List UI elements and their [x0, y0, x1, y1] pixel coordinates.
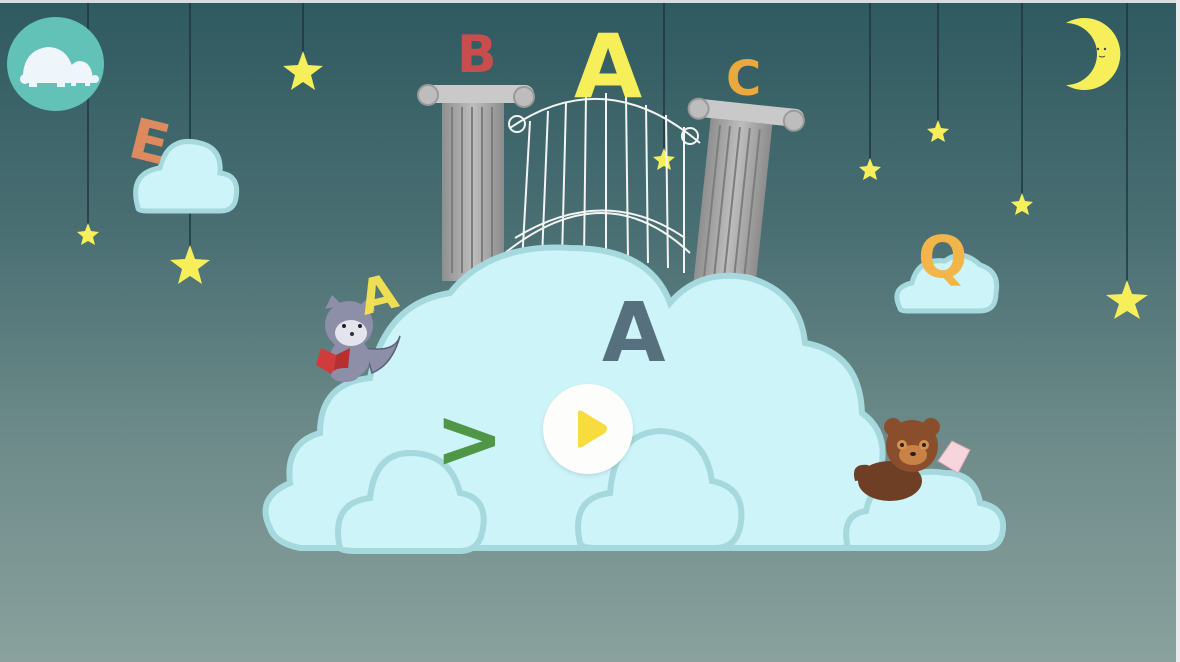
letter-arrow: >: [435, 392, 504, 487]
letter-q: Q: [918, 223, 968, 291]
letter-a-top: A: [574, 15, 643, 118]
right-border: [1176, 0, 1180, 662]
star-icon: [927, 120, 949, 142]
star-icon: [653, 148, 675, 170]
play-button[interactable]: [543, 384, 633, 474]
star-icon: [859, 158, 881, 180]
letter-c: C: [726, 51, 762, 107]
star-icon: [170, 245, 210, 284]
moon-icon: [1066, 18, 1121, 90]
star-icon: [77, 223, 99, 245]
letter-a-cloud: A: [602, 286, 666, 381]
star-icon: [283, 51, 323, 90]
star-icon: [1011, 193, 1033, 215]
star-icon: [1106, 280, 1148, 319]
logo-button[interactable]: [7, 17, 104, 111]
turtle-logo-icon: [20, 47, 99, 87]
game-scene: B A C E Q A > A: [0, 0, 1176, 662]
play-icon: [578, 410, 607, 448]
letter-b: B: [457, 25, 497, 85]
